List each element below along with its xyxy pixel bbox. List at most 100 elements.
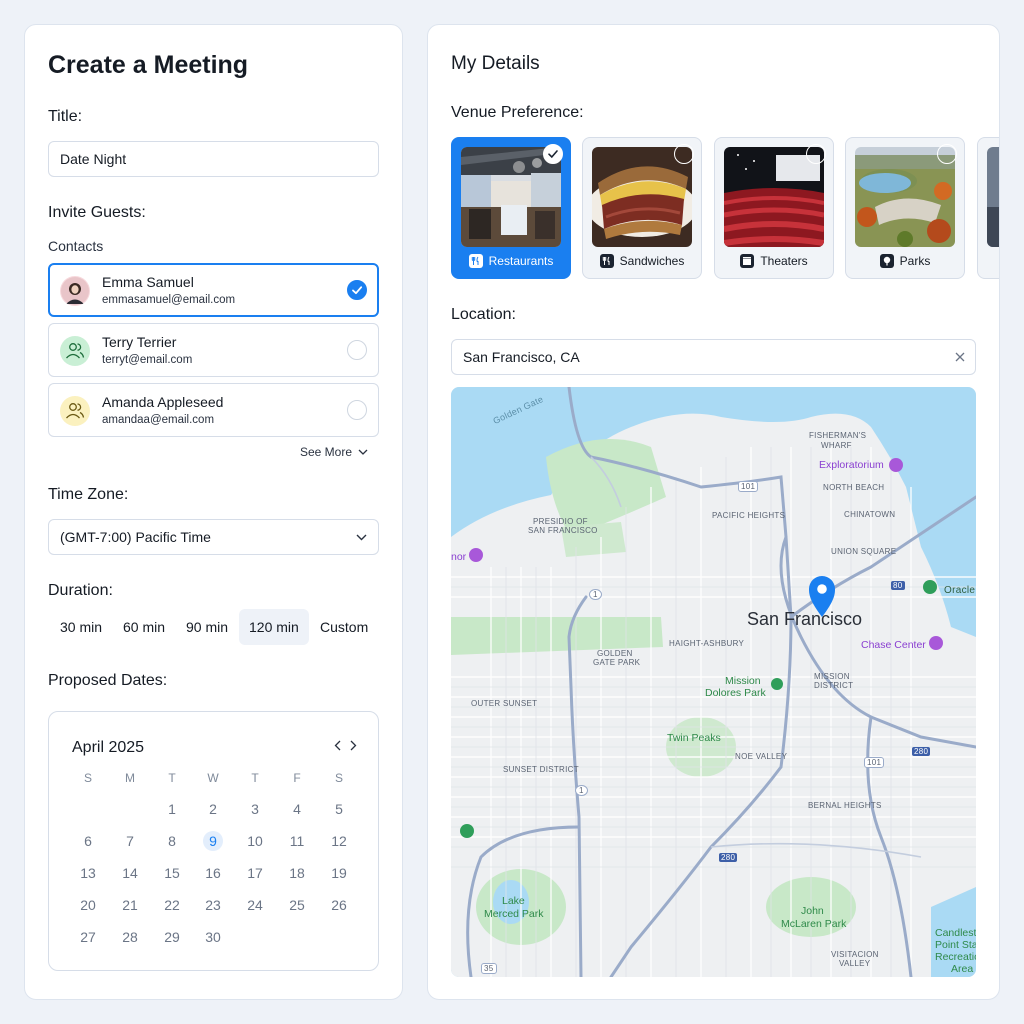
calendar-day[interactable]: 3: [240, 798, 270, 820]
weekday-header: S: [334, 771, 343, 785]
calendar-day[interactable]: 16: [198, 862, 228, 884]
highway-shield: 80: [891, 581, 905, 590]
calendar-day[interactable]: 22: [157, 894, 187, 916]
calendar-day[interactable]: 26: [324, 894, 354, 916]
calendar-day[interactable]: 27: [73, 926, 103, 948]
weekday-header: S: [83, 771, 92, 785]
calendar-day[interactable]: 1: [157, 798, 187, 820]
calendar-day[interactable]: 24: [240, 894, 270, 916]
map-label: CHINATOWN: [844, 510, 896, 519]
map-label: GOLDEN: [597, 649, 633, 658]
calendar-day[interactable]: 19: [324, 862, 354, 884]
duration-option-30[interactable]: 30 min: [50, 609, 112, 645]
map-label: Twin Peaks: [667, 732, 721, 744]
calendar-day[interactable]: 23: [198, 894, 228, 916]
calendar-day[interactable]: 14: [115, 862, 145, 884]
title-input[interactable]: Date Night: [48, 141, 379, 177]
contact-name: Terry Terrier: [102, 334, 177, 350]
venue-card-parks[interactable]: Parks: [845, 137, 965, 279]
calendar-day[interactable]: 29: [157, 926, 187, 948]
time-zone-select[interactable]: (GMT-7:00) Pacific Time: [48, 519, 379, 555]
calendar-day[interactable]: 25: [282, 894, 312, 916]
contact-radio[interactable]: [347, 340, 367, 360]
my-details-panel: My Details Venue Preference: Restaurants…: [427, 24, 1000, 1000]
check-icon: [543, 144, 563, 164]
calendar-day[interactable]: 2: [198, 798, 228, 820]
calendar-day[interactable]: 5: [324, 798, 354, 820]
map[interactable]: Golden Gate FISHERMAN'S WHARF Explorator…: [451, 387, 976, 977]
calendar-day[interactable]: 13: [73, 862, 103, 884]
location-input[interactable]: San Francisco, CA: [451, 339, 976, 375]
calendar-day-today[interactable]: 9: [198, 830, 228, 852]
weekday-header: M: [125, 771, 135, 785]
contacts-label: Contacts: [48, 238, 104, 254]
map-label: OUTER SUNSET: [471, 699, 538, 708]
calendar-day[interactable]: 15: [157, 862, 187, 884]
see-more-button[interactable]: See More: [300, 445, 368, 459]
venue-card-sandwiches[interactable]: Sandwiches: [582, 137, 702, 279]
location-value: San Francisco, CA: [463, 349, 580, 365]
calendar-day[interactable]: 20: [73, 894, 103, 916]
highway-shield: 101: [738, 481, 759, 492]
highway-shield: 101: [864, 757, 885, 768]
highway-shield: 280: [912, 747, 931, 756]
calendar-day[interactable]: 4: [282, 798, 312, 820]
map-label: GATE PARK: [593, 658, 641, 667]
people-icon: [60, 336, 90, 366]
unchecked-circle-icon: [674, 144, 694, 164]
calendar-day[interactable]: 10: [240, 830, 270, 852]
map-label: Lake: [502, 895, 525, 907]
duration-option-90[interactable]: 90 min: [176, 609, 238, 645]
create-meeting-panel: Create a Meeting Title: Date Night Invit…: [24, 24, 403, 1000]
clear-icon[interactable]: [955, 340, 965, 374]
venue-carousel: Restaurants Sandwiches Theaters Parks: [451, 137, 999, 279]
duration-option-120[interactable]: 120 min: [239, 609, 309, 645]
calendar-day[interactable]: 28: [115, 926, 145, 948]
map-label: nor: [451, 551, 467, 563]
duration-option-custom[interactable]: Custom: [310, 609, 378, 645]
calendar-day[interactable]: 6: [73, 830, 103, 852]
calendar-day[interactable]: 11: [282, 830, 312, 852]
venue-label-text: Restaurants: [488, 254, 554, 268]
map-label: SUNSET DISTRICT: [503, 765, 579, 774]
venue-card-theaters[interactable]: Theaters: [714, 137, 834, 279]
weekday-header: F: [293, 771, 301, 785]
calendar-day[interactable]: 7: [115, 830, 145, 852]
map-label: Oracle: [944, 585, 976, 596]
calendar-day[interactable]: 12: [324, 830, 354, 852]
people-icon: [60, 396, 90, 426]
contact-name: Amanda Appleseed: [102, 394, 224, 410]
weekday-header: W: [207, 771, 219, 785]
map-label: SAN FRANCISCO: [528, 526, 598, 535]
contact-email: amandaa@email.com: [102, 414, 215, 426]
contact-card[interactable]: Terry Terrier terryt@email.com: [48, 323, 379, 377]
contact-card[interactable]: Emma Samuel emmasamuel@email.com: [48, 263, 379, 317]
calendar-grid: S M T W T F S 1 2 3 4 5 6 7 8 9 10 11 12 13 14 15 16 17 18 19 20 21…: [49, 712, 378, 970]
calendar-day[interactable]: 17: [240, 862, 270, 884]
contact-radio[interactable]: [347, 400, 367, 420]
calendar-day[interactable]: 8: [157, 830, 187, 852]
unchecked-circle-icon: [806, 144, 826, 164]
venue-card-restaurants[interactable]: Restaurants: [451, 137, 571, 279]
see-more-label: See More: [299, 445, 352, 459]
calendar-day[interactable]: 21: [115, 894, 145, 916]
location-label: Location:: [451, 306, 516, 323]
venue-label: Theaters: [715, 254, 833, 268]
venue-card-next[interactable]: [977, 137, 999, 279]
highway-shield: 1: [575, 785, 588, 796]
calendar-day[interactable]: 30: [198, 926, 228, 948]
map-label: Exploratorium: [819, 459, 884, 471]
tree-icon: [879, 254, 894, 268]
map-label: Area: [951, 963, 974, 975]
duration-option-60[interactable]: 60 min: [113, 609, 175, 645]
calendar-day[interactable]: 18: [282, 862, 312, 884]
contact-card[interactable]: Amanda Appleseed amandaa@email.com: [48, 383, 379, 437]
unchecked-circle-icon: [937, 144, 957, 164]
map-city-label: San Francisco: [747, 609, 863, 629]
venue-label-text: Sandwiches: [619, 254, 685, 268]
map-label: WHARF: [821, 441, 852, 450]
contact-check-icon[interactable]: [347, 280, 367, 300]
venue-label: Restaurants: [452, 254, 570, 268]
venue-label: Sandwiches: [583, 254, 701, 268]
venue-image: [987, 147, 999, 247]
